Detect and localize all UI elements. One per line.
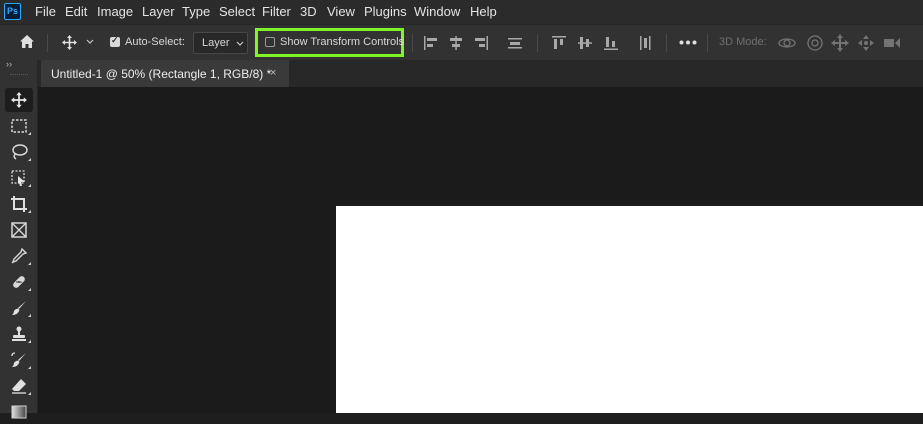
- marquee-tool[interactable]: [5, 114, 33, 138]
- submenu-indicator: [28, 314, 31, 317]
- menu-edit[interactable]: Edit: [65, 5, 87, 19]
- separator: [666, 34, 667, 52]
- document-tab-title: Untitled-1 @ 50% (Rectangle 1, RGB/8) *: [51, 67, 272, 81]
- menu-file[interactable]: File: [35, 5, 56, 19]
- separator: [412, 34, 413, 52]
- show-transform-controls-checkbox[interactable]: [265, 37, 275, 47]
- chevron-down-icon: [236, 41, 244, 47]
- auto-select-checkbox[interactable]: [110, 35, 120, 47]
- roll-3d-icon[interactable]: [805, 33, 825, 53]
- bandage-icon: [13, 276, 25, 288]
- distribute-icon[interactable]: [507, 35, 523, 51]
- panel-grip[interactable]: [10, 74, 28, 77]
- panel-expand-icon[interactable]: ››: [6, 59, 12, 69]
- object-selection-icon: [11, 170, 25, 186]
- clone-stamp-tool[interactable]: [5, 322, 33, 346]
- submenu-indicator: [28, 184, 31, 187]
- move-tool-preset-icon[interactable]: [61, 34, 78, 51]
- separator: [47, 34, 48, 52]
- menu-window[interactable]: Window: [414, 5, 460, 19]
- menu-plugins[interactable]: Plugins: [364, 5, 407, 19]
- submenu-indicator: [28, 288, 31, 291]
- lasso-icon: [12, 144, 28, 160]
- object-select-tool[interactable]: [5, 166, 33, 190]
- menu-layer[interactable]: Layer: [142, 5, 175, 19]
- crop-icon: [11, 196, 27, 212]
- show-transform-controls-label[interactable]: Show Transform Controls: [280, 36, 404, 48]
- align-bottom-edges-icon[interactable]: [603, 35, 619, 51]
- close-icon[interactable]: ×: [270, 67, 276, 79]
- history-brush-tool[interactable]: [5, 348, 33, 372]
- eyedropper-tool[interactable]: [5, 244, 33, 268]
- home-icon[interactable]: [19, 34, 35, 49]
- pan-3d-icon[interactable]: [830, 33, 850, 53]
- align-top-edges-icon[interactable]: [551, 35, 567, 51]
- separator: [537, 34, 538, 52]
- history-brush-icon: [11, 352, 26, 367]
- move-icon: [11, 92, 27, 108]
- submenu-indicator: [28, 210, 31, 213]
- auto-select-target-dropdown[interactable]: Layer: [193, 32, 248, 54]
- align-horizontal-centers-icon[interactable]: [448, 35, 464, 51]
- menu-image[interactable]: Image: [97, 5, 133, 19]
- more-options-icon[interactable]: [679, 40, 697, 45]
- menu-bar: Ps File Edit Image Layer Type Select Fil…: [0, 0, 923, 24]
- submenu-indicator: [28, 158, 31, 161]
- document-canvas[interactable]: [336, 206, 923, 413]
- brush-icon: [12, 301, 26, 315]
- stamp-icon: [12, 326, 26, 341]
- lasso-tool[interactable]: [5, 140, 33, 164]
- menu-select[interactable]: Select: [219, 5, 255, 19]
- canvas-workspace[interactable]: [38, 87, 923, 413]
- orbit-3d-icon[interactable]: [777, 33, 797, 53]
- photoshop-logo[interactable]: Ps: [4, 3, 21, 20]
- slide-3d-icon[interactable]: [856, 33, 876, 53]
- eyedropper-icon: [11, 247, 28, 264]
- document-tab-strip: Untitled-1 @ 50% (Rectangle 1, RGB/8) * …: [38, 60, 923, 87]
- menu-view[interactable]: View: [327, 5, 355, 19]
- separator: [707, 34, 708, 52]
- menu-help[interactable]: Help: [470, 5, 497, 19]
- menu-type[interactable]: Type: [182, 5, 210, 19]
- document-tab[interactable]: Untitled-1 @ 50% (Rectangle 1, RGB/8) * …: [41, 60, 289, 87]
- gradient-icon: [11, 405, 27, 419]
- submenu-indicator: [28, 132, 31, 135]
- align-vertical-centers-icon[interactable]: [577, 35, 593, 51]
- rectangular-marquee-icon: [11, 119, 27, 133]
- eraser-icon: [12, 379, 26, 394]
- submenu-indicator: [28, 392, 31, 395]
- menu-filter[interactable]: Filter: [262, 5, 291, 19]
- healing-brush-tool[interactable]: [5, 270, 33, 294]
- eraser-tool[interactable]: [5, 374, 33, 398]
- submenu-indicator: [28, 340, 31, 343]
- chevron-down-icon[interactable]: [86, 39, 94, 45]
- crop-tool[interactable]: [5, 192, 33, 216]
- auto-select-label: Auto-Select:: [125, 36, 185, 48]
- tools-panel: ››: [0, 59, 38, 419]
- 3d-mode-label: 3D Mode:: [719, 36, 767, 48]
- frame-icon: [11, 222, 27, 238]
- gradient-tool[interactable]: [5, 400, 33, 424]
- brush-tool[interactable]: [5, 296, 33, 320]
- distribute-horizontal-icon[interactable]: [637, 35, 653, 51]
- scale-3d-icon[interactable]: [882, 33, 902, 53]
- align-right-edges-icon[interactable]: [473, 35, 489, 51]
- align-left-edges-icon[interactable]: [423, 35, 439, 51]
- submenu-indicator: [28, 366, 31, 369]
- menu-3d[interactable]: 3D: [300, 5, 317, 19]
- submenu-indicator: [28, 262, 31, 265]
- move-tool[interactable]: [5, 88, 33, 112]
- dropdown-value: Layer: [202, 37, 230, 49]
- options-bar: Auto-Select: Layer Show Transform Contro…: [0, 24, 923, 60]
- frame-tool[interactable]: [5, 218, 33, 242]
